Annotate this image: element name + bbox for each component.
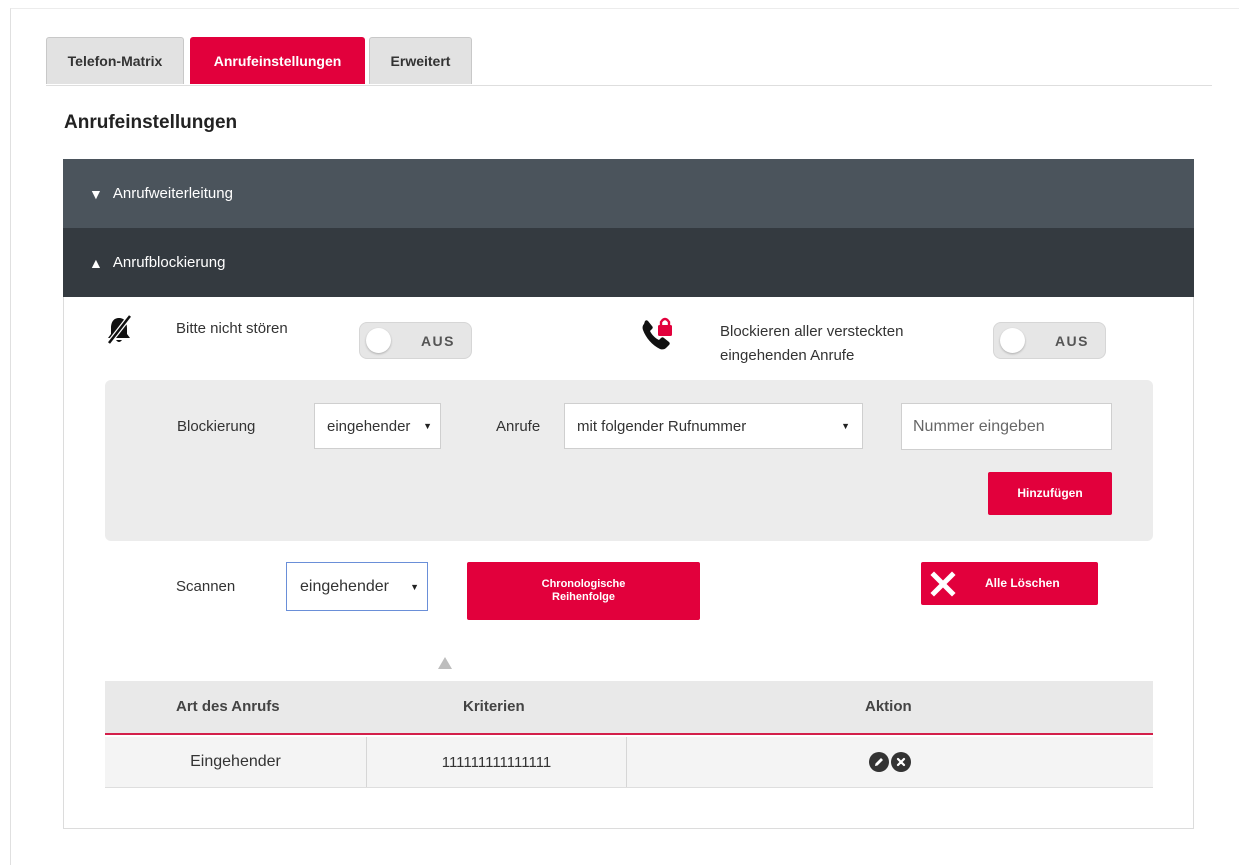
expand-arrow-icon: ▲ [89,254,103,271]
scan-direction-select[interactable]: eingehender ▼ [286,562,428,611]
delete-all-button[interactable]: Alle Löschen [921,562,1098,605]
accordion-anrufweiterleitung[interactable]: ▼ Anrufweiterleitung [63,159,1194,228]
tab-erweitert[interactable]: Erweitert [369,37,472,84]
toggle-state: AUS [420,333,455,349]
table-row: Eingehender 111111111111111 [105,737,1153,788]
hidden-calls-label-line1: Blockieren aller versteckten [720,323,904,340]
toggle-state: AUS [1054,333,1089,349]
close-icon [929,570,957,598]
column-header-type[interactable]: Art des Anrufs [176,698,280,715]
chevron-down-icon: ▼ [841,421,850,431]
blockierung-label: Blockierung [177,418,256,435]
chevron-down-icon: ▼ [423,421,432,431]
cell-criteria: 111111111111111 [367,737,627,787]
column-header-action: Aktion [865,698,912,715]
scannen-label: Scannen [176,578,236,595]
hidden-calls-label: Blockieren aller versteckten eingehenden… [720,320,903,368]
table-header: Art des Anrufs Kriterien Aktion [105,681,1153,735]
column-header-criteria[interactable]: Kriterien [463,698,525,715]
cell-actions [627,737,1153,787]
accordion-label: Anrufweiterleitung [112,185,233,202]
phone-lock-icon [638,316,676,354]
page-title: Anrufeinstellungen [64,112,238,133]
chrono-label-line2: Reihenfolge [552,591,615,603]
criteria-select-value: mit folgender Rufnummer [577,417,747,435]
add-button[interactable]: Hinzufügen [988,472,1112,515]
direction-select-value: eingehender [327,417,411,435]
accordion-anrufblockierung[interactable]: ▲ Anrufblockierung [63,228,1194,297]
edit-icon[interactable] [869,752,889,772]
direction-select[interactable]: eingehender ▼ [314,403,441,449]
anrufe-label: Anrufe [496,418,541,435]
dnd-toggle[interactable]: AUS [359,322,472,359]
dnd-label: Bitte nicht stören [176,320,288,337]
scan-select-value: eingehender [300,577,389,595]
chevron-down-icon: ▼ [410,581,419,592]
delete-icon[interactable] [891,752,911,772]
toggle-knob [1000,328,1025,353]
tab-anrufeinstellungen[interactable]: Anrufeinstellungen [190,37,365,84]
collapse-arrow-icon: ▼ [89,185,103,202]
chrono-label-line1: Chronologische [541,578,626,590]
tab-divider [46,85,1212,86]
tab-telefon-matrix[interactable]: Telefon-Matrix [46,37,184,84]
criteria-select[interactable]: mit folgender Rufnummer ▼ [564,403,863,449]
bell-slash-icon [103,314,135,346]
hidden-calls-toggle[interactable]: AUS [993,322,1106,359]
toggle-knob [366,328,391,353]
hidden-calls-label-line2: eingehenden Anrufe [720,347,855,364]
delete-all-label: Alle Löschen [985,576,1060,590]
number-input[interactable] [901,403,1112,450]
sort-up-icon[interactable] [438,657,452,669]
chronological-order-button[interactable]: Chronologische Reihenfolge [467,562,700,620]
accordion-label: Anrufblockierung [112,254,226,271]
cell-call-type: Eingehender [105,737,367,787]
